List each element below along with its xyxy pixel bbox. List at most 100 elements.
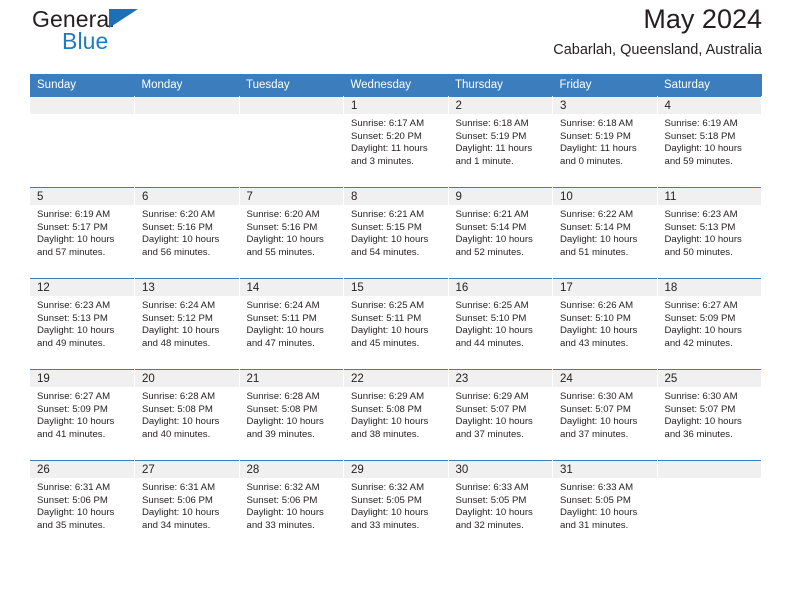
day-number: 31 — [553, 461, 657, 478]
calendar-week-row: 1 Sunrise: 6:17 AM Sunset: 5:20 PM Daylight… — [30, 96, 762, 188]
calendar-day-cell[interactable]: 14 Sunrise: 6:24 AM Sunset: 5:11 PM Dayligh… — [239, 278, 344, 370]
day-number — [135, 97, 239, 114]
day-number — [239, 97, 343, 114]
day-detail-line: and 55 minutes. — [246, 246, 315, 258]
calendar-day-cell[interactable]: 11 Sunrise: 6:23 AM Sunset: 5:13 PM Dayligh… — [657, 187, 762, 279]
calendar-day-cell[interactable]: 21 Sunrise: 6:28 AM Sunset: 5:08 PM Dayligh… — [239, 369, 344, 461]
day-number: 23 — [448, 370, 552, 387]
day-detail-line: Daylight: 10 hours — [664, 234, 742, 246]
day-detail-line: Daylight: 10 hours — [246, 234, 324, 246]
calendar-day-cell[interactable]: 8 Sunrise: 6:21 AM Sunset: 5:15 PM Daylight… — [343, 187, 449, 279]
day-details: Sunrise: 6:20 AM Sunset: 5:16 PM Daylight:… — [240, 205, 344, 259]
calendar-day-cell[interactable]: 3 Sunrise: 6:18 AM Sunset: 5:19 PM Daylight… — [552, 96, 658, 188]
day-detail-line: and 59 minutes. — [664, 155, 733, 167]
calendar-day-cell[interactable]: 9 Sunrise: 6:21 AM Sunset: 5:14 PM Daylight… — [448, 187, 553, 279]
day-detail-line: and 36 minutes. — [664, 428, 733, 440]
day-detail-line: and 37 minutes. — [455, 428, 524, 440]
calendar-table: Sunday Monday Tuesday Wednesday Thursday Frid… — [30, 74, 762, 551]
day-detail-line: Daylight: 10 hours — [664, 325, 742, 337]
title-block: May 2024 Cabarlah, Queensland, Australia — [553, 0, 762, 58]
calendar-day-cell[interactable]: 1 Sunrise: 6:17 AM Sunset: 5:20 PM Daylight… — [343, 96, 449, 188]
day-number: 7 — [239, 188, 343, 205]
calendar-day-cell[interactable]: 20 Sunrise: 6:28 AM Sunset: 5:08 PM Dayligh… — [134, 369, 240, 461]
day-detail-line: Sunrise: 6:23 AM — [37, 300, 111, 311]
day-detail-line: Daylight: 10 hours — [351, 507, 429, 519]
day-detail-line: Sunset: 5:05 PM — [455, 494, 527, 506]
calendar-day-cell[interactable]: 18 Sunrise: 6:27 AM Sunset: 5:09 PM Dayligh… — [657, 278, 762, 370]
day-detail-line: Daylight: 10 hours — [142, 325, 220, 337]
day-detail-line: Daylight: 10 hours — [142, 234, 220, 246]
calendar-day-cell[interactable]: 6 Sunrise: 6:20 AM Sunset: 5:16 PM Daylight… — [134, 187, 240, 279]
brand-logo[interactable]: General Blue — [30, 0, 210, 66]
calendar-day-cell[interactable]: 27 Sunrise: 6:31 AM Sunset: 5:06 PM Dayligh… — [134, 460, 240, 551]
calendar-day-cell[interactable]: 30 Sunrise: 6:33 AM Sunset: 5:05 PM Dayligh… — [448, 460, 553, 551]
calendar-day-cell[interactable]: 28 Sunrise: 6:32 AM Sunset: 5:06 PM Dayligh… — [239, 460, 344, 551]
day-number: 15 — [344, 279, 448, 296]
day-detail-line: and 39 minutes. — [246, 428, 315, 440]
day-detail-line: Sunset: 5:17 PM — [37, 221, 108, 233]
calendar-day-cell[interactable]: 17 Sunrise: 6:26 AM Sunset: 5:10 PM Dayligh… — [552, 278, 658, 370]
day-details: Sunrise: 6:26 AM Sunset: 5:10 PM Daylight:… — [553, 296, 657, 350]
day-number: 16 — [448, 279, 552, 296]
day-details: Sunrise: 6:22 AM Sunset: 5:14 PM Daylight:… — [553, 205, 657, 259]
day-detail-line: and 51 minutes. — [560, 246, 629, 258]
day-detail-line: Daylight: 10 hours — [142, 416, 220, 428]
calendar-day-cell[interactable]: 13 Sunrise: 6:24 AM Sunset: 5:12 PM Dayligh… — [134, 278, 240, 370]
day-detail-line: Sunset: 5:06 PM — [246, 494, 318, 506]
day-detail-line: Sunset: 5:06 PM — [37, 494, 108, 506]
calendar-day-cell[interactable]: 24 Sunrise: 6:30 AM Sunset: 5:07 PM Dayligh… — [552, 369, 658, 461]
day-detail-line: Daylight: 10 hours — [351, 325, 429, 337]
day-details: Sunrise: 6:33 AM Sunset: 5:05 PM Daylight:… — [449, 478, 553, 532]
day-detail-line: Daylight: 10 hours — [664, 143, 742, 155]
day-detail-line: Daylight: 10 hours — [560, 416, 638, 428]
day-detail-line: Sunrise: 6:18 AM — [455, 118, 529, 129]
day-detail-line: Sunrise: 6:20 AM — [246, 209, 320, 220]
day-detail-line: Sunrise: 6:19 AM — [664, 118, 738, 129]
day-details: Sunrise: 6:25 AM Sunset: 5:10 PM Daylight:… — [449, 296, 553, 350]
day-number: 17 — [553, 279, 657, 296]
day-detail-line: and 33 minutes. — [351, 519, 420, 531]
day-detail-line: Sunrise: 6:33 AM — [560, 482, 634, 493]
day-detail-line: Daylight: 10 hours — [37, 325, 115, 337]
calendar-day-cell[interactable]: 5 Sunrise: 6:19 AM Sunset: 5:17 PM Daylight… — [30, 187, 135, 279]
day-detail-line: Sunrise: 6:20 AM — [142, 209, 216, 220]
calendar-header-row: Sunday Monday Tuesday Wednesday Thursday Frid… — [30, 74, 762, 97]
calendar-day-cell[interactable]: 19 Sunrise: 6:27 AM Sunset: 5:09 PM Dayligh… — [30, 369, 135, 461]
day-detail-line: Sunset: 5:05 PM — [351, 494, 422, 506]
calendar-day-cell[interactable]: 4 Sunrise: 6:19 AM Sunset: 5:18 PM Daylight… — [657, 96, 762, 188]
calendar-day-cell[interactable]: 12 Sunrise: 6:23 AM Sunset: 5:13 PM Dayligh… — [30, 278, 135, 370]
calendar-day-cell[interactable]: 29 Sunrise: 6:32 AM Sunset: 5:05 PM Dayligh… — [343, 460, 449, 551]
day-details: Sunrise: 6:19 AM Sunset: 5:18 PM Daylight:… — [658, 114, 762, 168]
calendar-cell-empty — [30, 96, 135, 188]
calendar-week-row: 19 Sunrise: 6:27 AM Sunset: 5:09 PM Dayligh… — [30, 369, 762, 461]
calendar-day-cell[interactable]: 16 Sunrise: 6:25 AM Sunset: 5:10 PM Dayligh… — [448, 278, 553, 370]
day-details: Sunrise: 6:21 AM Sunset: 5:15 PM Daylight:… — [344, 205, 448, 259]
day-number: 1 — [344, 97, 448, 114]
day-detail-line: Sunset: 5:16 PM — [246, 221, 318, 233]
day-detail-line: Sunrise: 6:24 AM — [142, 300, 216, 311]
calendar-day-cell[interactable]: 31 Sunrise: 6:33 AM Sunset: 5:05 PM Dayligh… — [552, 460, 658, 551]
calendar-day-cell[interactable]: 23 Sunrise: 6:29 AM Sunset: 5:07 PM Dayligh… — [448, 369, 553, 461]
weekday-header-saturday: Saturday — [657, 74, 762, 97]
day-detail-line: Sunrise: 6:32 AM — [351, 482, 425, 493]
day-detail-line: and 38 minutes. — [351, 428, 420, 440]
weekday-header-thursday: Thursday — [448, 74, 553, 97]
day-details: Sunrise: 6:32 AM Sunset: 5:05 PM Daylight:… — [344, 478, 448, 532]
calendar-day-cell[interactable]: 26 Sunrise: 6:31 AM Sunset: 5:06 PM Dayligh… — [30, 460, 135, 551]
day-number: 30 — [448, 461, 552, 478]
day-details: Sunrise: 6:27 AM Sunset: 5:09 PM Daylight:… — [30, 387, 134, 441]
day-detail-line: Sunset: 5:14 PM — [455, 221, 527, 233]
day-detail-line: Daylight: 10 hours — [142, 507, 220, 519]
calendar-day-cell[interactable]: 7 Sunrise: 6:20 AM Sunset: 5:16 PM Daylight… — [239, 187, 344, 279]
day-detail-line: and 1 minute. — [455, 155, 514, 167]
day-detail-line: Daylight: 10 hours — [351, 416, 429, 428]
day-number: 28 — [239, 461, 343, 478]
day-detail-line: Sunset: 5:11 PM — [351, 312, 422, 324]
calendar-day-cell[interactable]: 15 Sunrise: 6:25 AM Sunset: 5:11 PM Dayligh… — [343, 278, 449, 370]
calendar-day-cell[interactable]: 10 Sunrise: 6:22 AM Sunset: 5:14 PM Dayligh… — [552, 187, 658, 279]
day-detail-line: Sunset: 5:07 PM — [560, 403, 631, 415]
calendar-day-cell[interactable]: 2 Sunrise: 6:18 AM Sunset: 5:19 PM Daylight… — [448, 96, 553, 188]
day-detail-line: Sunrise: 6:31 AM — [37, 482, 111, 493]
calendar-day-cell[interactable]: 25 Sunrise: 6:30 AM Sunset: 5:07 PM Dayligh… — [657, 369, 762, 461]
calendar-day-cell[interactable]: 22 Sunrise: 6:29 AM Sunset: 5:08 PM Dayligh… — [343, 369, 449, 461]
